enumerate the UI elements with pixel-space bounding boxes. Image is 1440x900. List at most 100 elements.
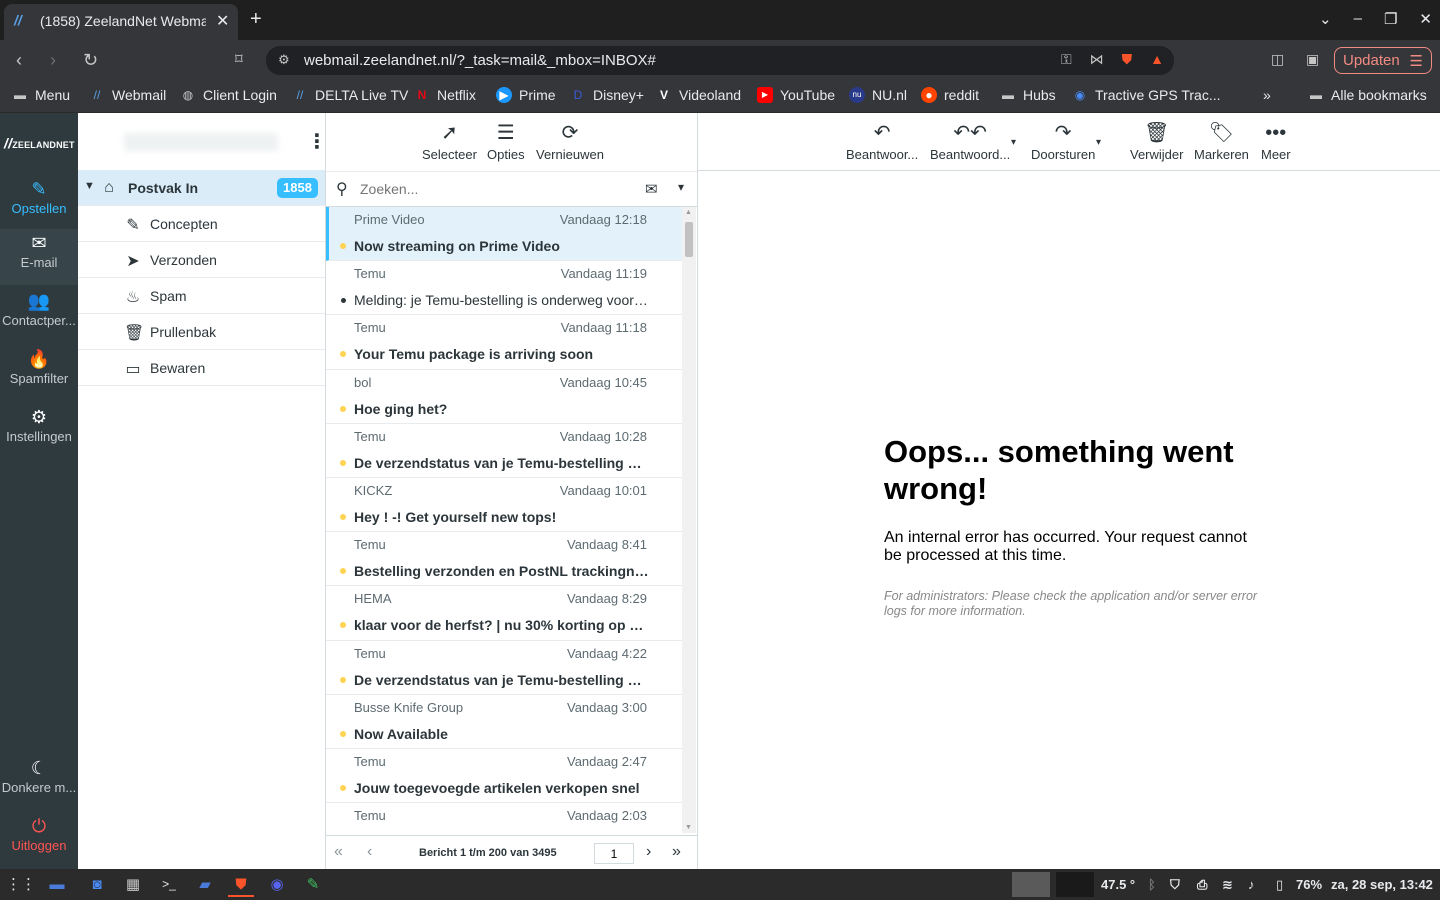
- search-input[interactable]: [360, 179, 630, 199]
- message-row[interactable]: Prime Video Vandaag 12:18 Now streaming …: [326, 207, 682, 262]
- bookmark-client-login[interactable]: ◍ Client Login: [180, 87, 277, 103]
- logout-button[interactable]: ⏻ Uitloggen: [0, 812, 78, 868]
- bookmark-videoland[interactable]: V Videoland: [656, 87, 741, 103]
- select-button[interactable]: ➚ Selecteer: [422, 119, 477, 162]
- bookmark-menu[interactable]: ▬ Menu: [12, 87, 70, 103]
- previous-page-icon[interactable]: ‹: [367, 843, 372, 861]
- folder-spam[interactable]: ♨ Spam: [78, 278, 325, 314]
- wifi-icon[interactable]: ≋: [1222, 877, 1233, 893]
- mark-button[interactable]: 🏷 Markeren: [1194, 119, 1249, 162]
- folder-trash[interactable]: 🗑 Prullenbak: [78, 314, 325, 350]
- envelope-filter-icon[interactable]: ✉: [645, 180, 658, 198]
- collapse-icon[interactable]: ▼: [84, 180, 95, 192]
- all-bookmarks[interactable]: ▬ Alle bookmarks: [1308, 87, 1427, 103]
- message-row[interactable]: Temu Vandaag 11:18 Your Temu package is …: [326, 315, 682, 370]
- share-icon[interactable]: ⋈: [1090, 51, 1104, 68]
- chevron-down-icon[interactable]: ▾: [678, 180, 684, 194]
- nav-spamfilter[interactable]: 🔥 Spamfilter: [0, 345, 78, 401]
- message-row[interactable]: bol Vandaag 10:45 Hoe ging het?: [326, 370, 682, 424]
- page-number-input[interactable]: [594, 843, 634, 864]
- delete-button[interactable]: 🗑 Verwijder: [1130, 119, 1183, 162]
- next-page-icon[interactable]: ›: [646, 843, 651, 861]
- unread-dot-icon[interactable]: [340, 622, 346, 629]
- dark-mode-toggle[interactable]: ☾ Donkere m...: [0, 754, 78, 810]
- wallet-icon[interactable]: ▣: [1306, 51, 1319, 68]
- shield-icon[interactable]: ⛉: [1170, 877, 1180, 893]
- last-page-icon[interactable]: »: [672, 843, 681, 861]
- omnibox[interactable]: ⚙ webmail.zeelandnet.nl/?_task=mail&_mbo…: [266, 46, 1174, 75]
- sidebar-toggle-icon[interactable]: ◫: [1271, 51, 1284, 68]
- bookmark-disney[interactable]: D Disney+: [570, 87, 644, 103]
- site-info-icon[interactable]: ⚙: [278, 52, 290, 68]
- update-button[interactable]: Updaten ☰: [1334, 47, 1432, 74]
- unread-dot-icon[interactable]: [340, 459, 346, 466]
- scrollbar-thumb[interactable]: [685, 222, 693, 257]
- unread-dot-icon[interactable]: [340, 568, 346, 575]
- reply-all-dropdown-icon[interactable]: ▾: [1011, 137, 1016, 148]
- message-row[interactable]: HEMA Vandaag 8:29 klaar voor de herfst? …: [326, 586, 682, 641]
- bookmark-hubs[interactable]: ▬ Hubs: [1000, 87, 1056, 103]
- url-text[interactable]: webmail.zeelandnet.nl/?_task=mail&_mbox=…: [304, 52, 656, 69]
- nav-settings[interactable]: ⚙ Instellingen: [0, 403, 78, 459]
- bookmark-netflix[interactable]: N Netflix: [414, 87, 476, 103]
- unread-dot-icon[interactable]: [340, 513, 346, 520]
- compose-button[interactable]: ✎ Opstellen: [0, 175, 78, 231]
- reply-button[interactable]: ↶ Beantwoor...: [846, 119, 918, 162]
- browser-tab[interactable]: // (1858) ZeelandNet Webmail ✕: [4, 4, 238, 40]
- file-manager-icon[interactable]: ▰: [192, 872, 218, 897]
- bookmark-icon[interactable]: ⌑: [235, 50, 243, 68]
- account-menu-icon[interactable]: ⋮: [307, 129, 327, 154]
- more-bookmarks-button[interactable]: »: [1263, 87, 1271, 103]
- new-tab-button[interactable]: +: [250, 8, 262, 31]
- desktop-icon[interactable]: ▬: [44, 872, 70, 897]
- message-row[interactable]: Temu Vandaag 10:28 De verzendstatus van …: [326, 424, 682, 478]
- message-list-scrollbar[interactable]: ▲ ▼: [682, 207, 696, 833]
- message-row[interactable]: Temu Vandaag 4:22 De verzendstatus van j…: [326, 641, 682, 695]
- options-button[interactable]: ☰ Opties: [487, 119, 525, 162]
- minimize-button[interactable]: –: [1354, 10, 1362, 28]
- camera-icon[interactable]: ◙: [84, 872, 110, 897]
- key-icon[interactable]: ⚿: [1061, 51, 1072, 68]
- bookmark-tractive[interactable]: ◉ Tractive GPS Trac...: [1072, 87, 1221, 103]
- unread-dot-icon[interactable]: [340, 405, 346, 412]
- brave-shields-icon[interactable]: ⛊: [1122, 51, 1133, 68]
- read-dot-icon[interactable]: [341, 298, 346, 304]
- printer-icon[interactable]: ⎙: [1197, 877, 1207, 893]
- message-row[interactable]: Temu Vandaag 8:41 Bestelling verzonden e…: [326, 532, 682, 587]
- bluetooth-icon[interactable]: ᛒ: [1148, 877, 1156, 892]
- bookmark-delta[interactable]: // DELTA Live TV: [292, 87, 409, 103]
- bookmark-youtube[interactable]: ▶ YouTube: [757, 87, 835, 103]
- terminal-icon[interactable]: >_: [156, 872, 182, 897]
- reply-all-button[interactable]: ↶↶ Beantwoord...: [930, 119, 1010, 162]
- workspace-indicator[interactable]: [1012, 872, 1050, 897]
- battery-icon[interactable]: ▯: [1276, 877, 1283, 893]
- folder-drafts[interactable]: ✎ Concepten: [78, 206, 325, 242]
- volume-icon[interactable]: ♪: [1248, 877, 1255, 892]
- unread-dot-icon[interactable]: [340, 730, 346, 737]
- brave-browser-icon[interactable]: ⛊: [228, 872, 254, 897]
- bookmark-prime[interactable]: ▶ Prime: [496, 87, 556, 103]
- message-row[interactable]: Busse Knife Group Vandaag 3:00 Now Avail…: [326, 695, 682, 749]
- message-row[interactable]: KICKZ Vandaag 10:01 Hey ! -! Get yoursel…: [326, 478, 682, 533]
- tab-search-icon[interactable]: ⌄: [1319, 10, 1332, 28]
- scroll-down-icon[interactable]: ▼: [685, 824, 692, 831]
- brave-rewards-icon[interactable]: ▲: [1150, 51, 1164, 68]
- folder-sent[interactable]: ➤ Verzonden: [78, 242, 325, 278]
- workspace-indicator[interactable]: [1056, 872, 1094, 897]
- first-page-icon[interactable]: «: [334, 843, 343, 861]
- more-button[interactable]: ••• Meer: [1261, 119, 1291, 162]
- bookmark-nunl[interactable]: nu NU.nl: [849, 87, 907, 103]
- back-button[interactable]: ‹: [16, 50, 22, 71]
- close-tab-icon[interactable]: ✕: [216, 11, 229, 31]
- calculator-icon[interactable]: ▦: [120, 872, 146, 897]
- message-row[interactable]: Temu Vandaag 2:47 Jouw toegevoegde artik…: [326, 749, 682, 804]
- forward-button[interactable]: ↷ Doorsturen: [1031, 119, 1095, 162]
- message-row[interactable]: Temu Vandaag 11:19 Melding: je Temu-best…: [326, 261, 682, 316]
- forward-dropdown-icon[interactable]: ▾: [1096, 137, 1101, 148]
- bookmark-reddit[interactable]: ● reddit: [921, 87, 979, 103]
- unread-dot-icon[interactable]: [340, 676, 346, 683]
- folder-inbox[interactable]: ▼ ⌂ Postvak In 1858: [78, 170, 325, 206]
- unread-dot-icon[interactable]: [340, 784, 346, 791]
- nav-mail[interactable]: ✉ E-mail: [0, 229, 78, 285]
- forward-button[interactable]: ›: [50, 50, 56, 71]
